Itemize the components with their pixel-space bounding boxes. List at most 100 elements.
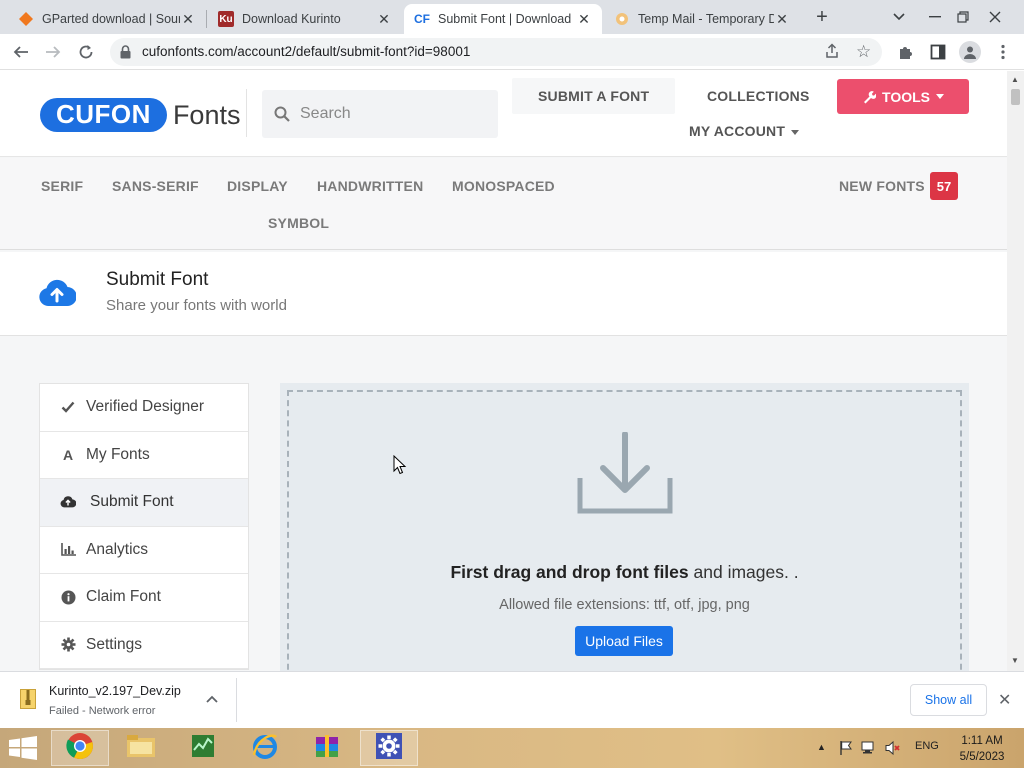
tab-kurinto[interactable]: Ku Download Kurinto ✕ [208, 4, 402, 34]
profile-avatar-icon[interactable] [959, 41, 981, 63]
tab-search-chevron-icon[interactable] [882, 0, 916, 34]
page-viewport: CUFON Fonts Search SUBMIT A FONT COLLECT… [0, 71, 1007, 671]
page-scrollbar[interactable]: ▲ ▼ [1007, 71, 1024, 671]
new-tab-button[interactable]: + [810, 6, 834, 30]
category-sans-serif[interactable]: SANS-SERIF [112, 178, 199, 194]
lock-icon[interactable] [120, 45, 131, 64]
menu-analytics[interactable]: Analytics [40, 527, 248, 574]
share-icon[interactable] [824, 43, 840, 64]
back-button[interactable] [9, 40, 33, 64]
search-icon [274, 106, 290, 127]
volume-muted-icon[interactable] [885, 740, 901, 759]
bar-chart-icon [60, 542, 76, 558]
menu-label: Settings [86, 635, 143, 653]
gear-icon [60, 637, 76, 653]
internet-explorer-icon [251, 732, 279, 765]
download-bar: Kurinto_v2.197_Dev.zip Failed - Network … [0, 671, 1024, 728]
nav-my-account[interactable]: MY ACCOUNT [689, 123, 800, 139]
taskbar-internet-explorer[interactable] [236, 730, 294, 766]
task-manager-icon [189, 732, 217, 765]
tools-label: TOOLS [882, 88, 930, 105]
page-title: Submit Font [106, 269, 209, 290]
account-menu: Verified Designer A My Fonts Submit Font… [39, 383, 249, 670]
tab-gparted[interactable]: GParted download | Sour ✕ [8, 4, 206, 34]
tab-temp-mail[interactable]: Temp Mail - Temporary D ✕ [604, 4, 800, 34]
restore-button[interactable] [946, 0, 980, 34]
taskbar-chrome[interactable] [51, 730, 109, 766]
taskbar-file-explorer[interactable] [112, 730, 170, 766]
menu-submit-font[interactable]: Submit Font [40, 479, 248, 527]
cufon-logo[interactable]: CUFON Fonts [40, 98, 240, 132]
close-icon[interactable]: ✕ [998, 690, 1011, 710]
winrar-icon [313, 732, 341, 765]
close-icon[interactable]: ✕ [376, 11, 392, 28]
menu-settings[interactable]: Settings [40, 622, 248, 669]
new-fonts-link[interactable]: NEW FONTS [839, 178, 925, 194]
bookmark-star-icon[interactable]: ☆ [856, 42, 871, 62]
dropzone-message-bold: First drag and drop font files [450, 562, 689, 582]
menu-verified-designer[interactable]: Verified Designer [40, 384, 248, 432]
zip-file-icon [20, 689, 36, 714]
category-monospaced[interactable]: MONOSPACED [452, 178, 555, 194]
upload-files-button[interactable]: Upload Files [575, 626, 673, 656]
menu-claim-font[interactable]: Claim Font [40, 574, 248, 622]
menu-my-fonts[interactable]: A My Fonts [40, 432, 248, 479]
mouse-cursor-icon [393, 454, 407, 480]
show-all-downloads-button[interactable]: Show all [910, 684, 987, 716]
close-icon[interactable]: ✕ [576, 11, 592, 28]
allowed-extensions: Allowed file extensions: ttf, otf, jpg, … [499, 597, 750, 613]
new-fonts-count-badge: 57 [930, 172, 958, 200]
nav-collections[interactable]: COLLECTIONS [707, 88, 810, 104]
download-status: Failed - Network error [49, 705, 156, 717]
dropzone-message-rest: and images. . [688, 562, 799, 582]
language-indicator[interactable]: ENG [915, 740, 939, 752]
caret-down-icon [935, 94, 944, 99]
dropzone-message: First drag and drop font files and image… [289, 562, 960, 583]
close-icon[interactable]: ✕ [180, 11, 196, 28]
taskbar-winrar[interactable] [298, 730, 356, 766]
reload-button[interactable] [74, 40, 98, 64]
network-icon[interactable] [861, 740, 877, 759]
scroll-up-arrow-icon[interactable]: ▲ [1011, 75, 1019, 84]
taskbar-task-manager[interactable] [174, 730, 232, 766]
cloud-upload-icon [60, 494, 76, 510]
category-symbol[interactable]: SYMBOL [268, 215, 329, 231]
scroll-down-arrow-icon[interactable]: ▼ [1011, 656, 1019, 665]
system-clock[interactable]: 1:11 AM 5/5/2023 [952, 733, 1012, 765]
side-panel-icon[interactable] [929, 43, 947, 61]
gparted-icon [18, 11, 34, 27]
tab-submit-font[interactable]: CF Submit Font | Download ✕ [404, 4, 602, 34]
tools-button[interactable]: TOOLS [837, 79, 969, 114]
window-close-button[interactable] [978, 0, 1012, 34]
browser-menu-icon[interactable] [994, 43, 1012, 61]
extensions-puzzle-icon[interactable] [897, 43, 915, 61]
forward-button[interactable] [41, 40, 65, 64]
taskbar-settings-app[interactable] [360, 730, 418, 766]
scrollbar-thumb[interactable] [1011, 89, 1020, 105]
chevron-up-icon[interactable] [206, 692, 218, 706]
upload-panel: First drag and drop font files and image… [280, 383, 969, 671]
tempmail-icon [614, 11, 630, 27]
tray-expand-icon[interactable]: ▲ [817, 742, 826, 752]
tab-title: Submit Font | Download [438, 12, 572, 26]
category-serif[interactable]: SERIF [41, 178, 83, 194]
menu-label: Claim Font [86, 588, 161, 606]
caret-down-icon [791, 129, 800, 135]
cufon-icon: CF [414, 12, 430, 26]
browser-toolbar: cufonfonts.com/account2/default/submit-f… [0, 34, 1024, 70]
tab-separator [206, 10, 207, 28]
file-dropzone[interactable]: First drag and drop font files and image… [287, 390, 962, 671]
search-placeholder: Search [300, 105, 351, 122]
category-handwritten[interactable]: HANDWRITTEN [317, 178, 423, 194]
tab-title: GParted download | Sour [42, 12, 180, 26]
close-icon[interactable]: ✕ [774, 11, 790, 28]
search-box[interactable]: Search [262, 90, 498, 138]
site-header: CUFON Fonts Search SUBMIT A FONT COLLECT… [0, 71, 1007, 157]
address-bar[interactable]: cufonfonts.com/account2/default/submit-f… [110, 38, 882, 66]
page-header: Submit Font Share your fonts with world [0, 252, 1007, 336]
nav-submit-font[interactable]: SUBMIT A FONT [512, 78, 676, 114]
category-display[interactable]: DISPLAY [227, 178, 288, 194]
action-center-flag-icon[interactable] [838, 740, 854, 759]
windows-start-icon[interactable] [8, 736, 38, 765]
download-filename[interactable]: Kurinto_v2.197_Dev.zip [49, 684, 181, 698]
